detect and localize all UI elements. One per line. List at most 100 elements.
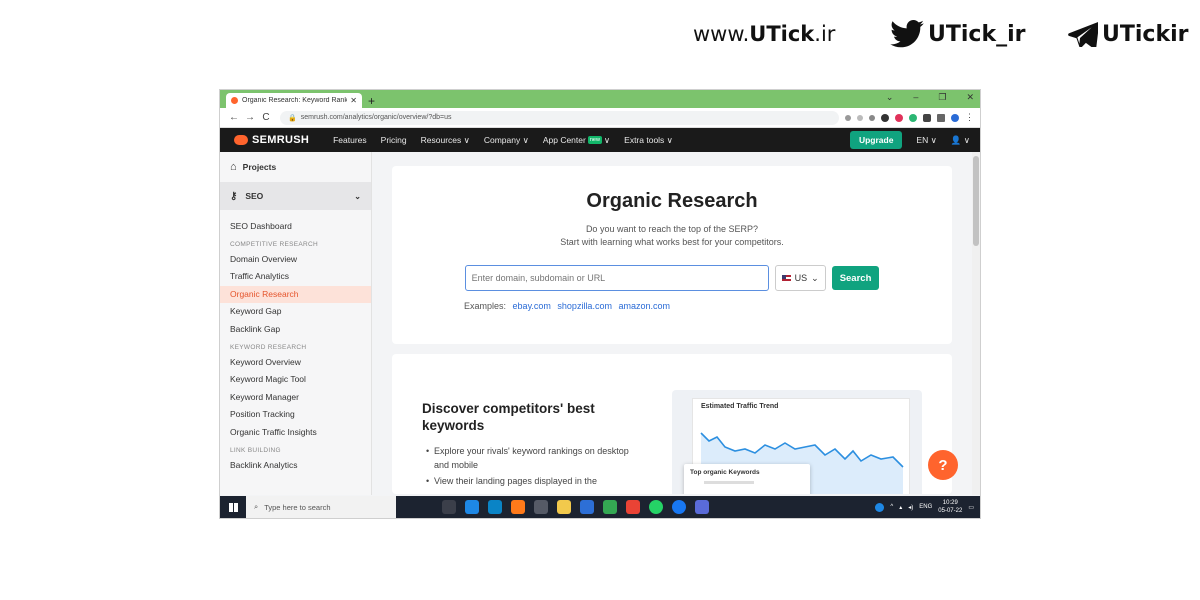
- promo-bullet: Explore your rivals' keyword rankings on…: [426, 444, 631, 472]
- new-tab-icon[interactable]: +: [368, 94, 375, 108]
- nav-company[interactable]: Company ∨: [484, 135, 529, 146]
- app-body: ⌂ Projects ⚷ SEO ⌄ SEO Dashboard COMPETI…: [220, 152, 980, 495]
- puzzle-icon[interactable]: [923, 113, 931, 122]
- chevron-down-icon: ⌄: [354, 191, 361, 201]
- example-link-ebay[interactable]: ebay.com: [513, 301, 551, 311]
- sidebar-item-backlink-gap[interactable]: Backlink Gap: [220, 321, 371, 339]
- help-button[interactable]: ?: [928, 450, 958, 480]
- extensions-area: ⋮: [845, 112, 974, 123]
- close-window-icon[interactable]: ✕: [966, 92, 974, 103]
- firefox-icon[interactable]: [511, 500, 525, 514]
- sidepanel-icon[interactable]: [937, 113, 945, 122]
- share-icon[interactable]: [857, 114, 863, 121]
- edge-legacy-icon[interactable]: [465, 500, 479, 514]
- new-badge: new: [587, 136, 602, 145]
- sidebar-item-keyword-magic-tool[interactable]: Keyword Magic Tool: [220, 371, 371, 389]
- profile-avatar-icon[interactable]: [951, 113, 959, 122]
- language-select[interactable]: EN ∨: [916, 135, 936, 146]
- url-text: semrush.com/analytics/organic/overview/?…: [300, 114, 452, 121]
- extension-green-icon[interactable]: [909, 113, 917, 122]
- sidebar-item-projects[interactable]: ⌂ Projects: [220, 156, 371, 178]
- star-icon[interactable]: [869, 114, 875, 121]
- extension-red-icon[interactable]: [895, 113, 903, 122]
- file-explorer-icon[interactable]: [557, 500, 571, 514]
- projects-label: Projects: [242, 162, 277, 172]
- telegram-brand: UTickir: [1068, 18, 1188, 50]
- user-menu-icon[interactable]: 👤 ∨: [951, 135, 970, 146]
- edge-icon[interactable]: [488, 500, 502, 514]
- promo-bullet: View their landing pages displayed in th…: [426, 474, 631, 488]
- zoom-icon[interactable]: [845, 114, 851, 121]
- extension-dark-icon[interactable]: [881, 113, 889, 122]
- nav-extra-tools[interactable]: Extra tools ∨: [624, 135, 673, 146]
- system-tray: ^ ▴ ◂) ENG 10:29 05-07-22 ▭: [875, 499, 980, 515]
- kebab-menu-icon[interactable]: ⋮: [965, 112, 974, 123]
- maximize-icon[interactable]: ❐: [938, 92, 946, 103]
- example-link-amazon[interactable]: amazon.com: [618, 301, 670, 311]
- sidebar-item-organic-research[interactable]: Organic Research: [220, 285, 371, 304]
- browser-tab[interactable]: Organic Research: Keyword Rank ✕: [226, 93, 362, 108]
- search-row: US ⌄ Search: [392, 265, 952, 291]
- taskbar-search[interactable]: ⌕ Type here to search: [246, 496, 396, 518]
- sidebar-item-domain-overview[interactable]: Domain Overview: [220, 251, 371, 269]
- examples-label: Examples:: [464, 301, 507, 311]
- network-icon[interactable]: ▴: [899, 504, 902, 511]
- tab-search-icon[interactable]: ⌄: [886, 92, 894, 103]
- sidebar-item-traffic-analytics[interactable]: Traffic Analytics: [220, 268, 371, 286]
- chrome-icon[interactable]: [603, 500, 617, 514]
- url-field[interactable]: 🔒 semrush.com/analytics/organic/overview…: [280, 110, 839, 125]
- sidebar-item-organic-traffic-insights[interactable]: Organic Traffic Insights: [220, 424, 371, 442]
- section-competitive-research: COMPETITIVE RESEARCH: [230, 240, 318, 248]
- sidebar: ⌂ Projects ⚷ SEO ⌄ SEO Dashboard COMPETI…: [220, 152, 372, 495]
- nav-resources[interactable]: Resources ∨: [421, 135, 470, 146]
- nav-features[interactable]: Features: [333, 135, 367, 145]
- semrush-logo[interactable]: SEMRUSH: [234, 134, 309, 146]
- nav-pricing[interactable]: Pricing: [381, 135, 407, 145]
- tray-lang[interactable]: ENG: [919, 504, 932, 510]
- promo-title: Discover competitors' best keywords: [422, 401, 595, 433]
- volume-icon[interactable]: ◂): [908, 504, 913, 511]
- chrome-alt-icon[interactable]: [626, 500, 640, 514]
- tab-close-icon[interactable]: ✕: [350, 96, 357, 105]
- sidebar-item-seo-dashboard[interactable]: SEO Dashboard: [220, 218, 371, 236]
- sidebar-item-keyword-overview[interactable]: Keyword Overview: [220, 354, 371, 372]
- sidebar-item-keyword-gap[interactable]: Keyword Gap: [220, 303, 371, 321]
- promo-card: Discover competitors' best keywords Expl…: [392, 354, 952, 494]
- search-button[interactable]: Search: [831, 266, 880, 290]
- page-scrollbar[interactable]: [972, 152, 980, 495]
- scrollbar-thumb[interactable]: [973, 156, 979, 246]
- examples-row: Examples: ebay.com shopzilla.com amazon.…: [464, 301, 952, 311]
- example-link-shopzilla[interactable]: shopzilla.com: [557, 301, 612, 311]
- minimize-icon[interactable]: –: [913, 92, 918, 103]
- twitter-icon: [890, 20, 924, 48]
- domain-search-input[interactable]: [464, 265, 769, 291]
- notifications-icon[interactable]: ▭: [968, 504, 974, 511]
- sidebar-item-seo[interactable]: ⚷ SEO ⌄: [220, 182, 371, 210]
- app-icon[interactable]: [672, 500, 686, 514]
- semrush-favicon-icon: [231, 97, 238, 104]
- seo-label: SEO: [245, 191, 264, 201]
- windows-start-icon[interactable]: [220, 502, 246, 512]
- upgrade-button[interactable]: Upgrade: [849, 131, 903, 149]
- sidebar-item-position-tracking[interactable]: Position Tracking: [220, 406, 371, 424]
- subtitle-line-2: Start with learning what works best for …: [560, 237, 784, 247]
- sidebar-item-backlink-analytics[interactable]: Backlink Analytics: [220, 457, 371, 475]
- tray-app-icon[interactable]: [875, 502, 885, 512]
- task-view-icon[interactable]: [442, 500, 456, 514]
- whatsapp-icon[interactable]: [649, 500, 663, 514]
- reload-icon[interactable]: C: [258, 112, 274, 123]
- tray-chevron-icon[interactable]: ^: [890, 504, 893, 510]
- site-suffix: .ir: [814, 22, 836, 46]
- sidebar-item-keyword-manager[interactable]: Keyword Manager: [220, 389, 371, 407]
- top-keywords-label: Top organic Keywords: [690, 469, 760, 476]
- forward-icon[interactable]: →: [242, 112, 258, 123]
- taskbar-clock[interactable]: 10:29 05-07-22: [938, 499, 962, 515]
- nav-app-center[interactable]: App Center new ∨: [543, 135, 610, 146]
- back-icon[interactable]: ←: [226, 112, 242, 123]
- screen-app-icon[interactable]: [695, 500, 709, 514]
- mail-icon[interactable]: [580, 500, 594, 514]
- key-icon: ⚷: [230, 190, 238, 202]
- country-select[interactable]: US ⌄: [774, 265, 826, 291]
- main-content: Organic Research Do you want to reach th…: [372, 152, 980, 495]
- store-icon[interactable]: [534, 500, 548, 514]
